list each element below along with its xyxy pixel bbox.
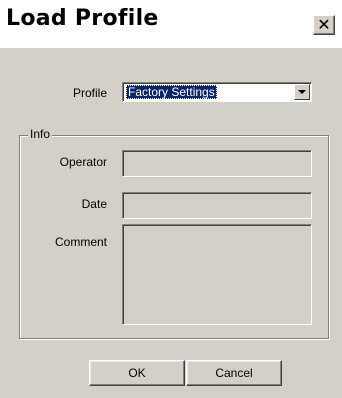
close-button[interactable]: ✕: [313, 15, 335, 35]
title-bar: Load Profile ✕: [0, 0, 342, 48]
date-label: Date: [81, 197, 107, 211]
comment-field[interactable]: [122, 224, 312, 325]
chevron-down-icon: [298, 90, 306, 94]
profile-dropdown-button[interactable]: [294, 84, 310, 100]
close-icon: ✕: [317, 15, 331, 34]
info-group-caption: Info: [28, 127, 53, 141]
window-title: Load Profile: [6, 6, 159, 31]
date-field[interactable]: [122, 192, 312, 219]
ok-button[interactable]: OK: [89, 360, 185, 386]
load-profile-dialog: Load Profile ✕ Profile Factory Settings …: [0, 0, 342, 398]
profile-label: Profile: [72, 86, 107, 100]
operator-field[interactable]: [122, 150, 312, 177]
operator-label: Operator: [59, 155, 107, 169]
profile-select-value: Factory Settings: [126, 85, 217, 99]
cancel-button[interactable]: Cancel: [186, 360, 282, 386]
comment-label: Comment: [54, 235, 107, 249]
profile-select[interactable]: Factory Settings: [122, 82, 312, 102]
